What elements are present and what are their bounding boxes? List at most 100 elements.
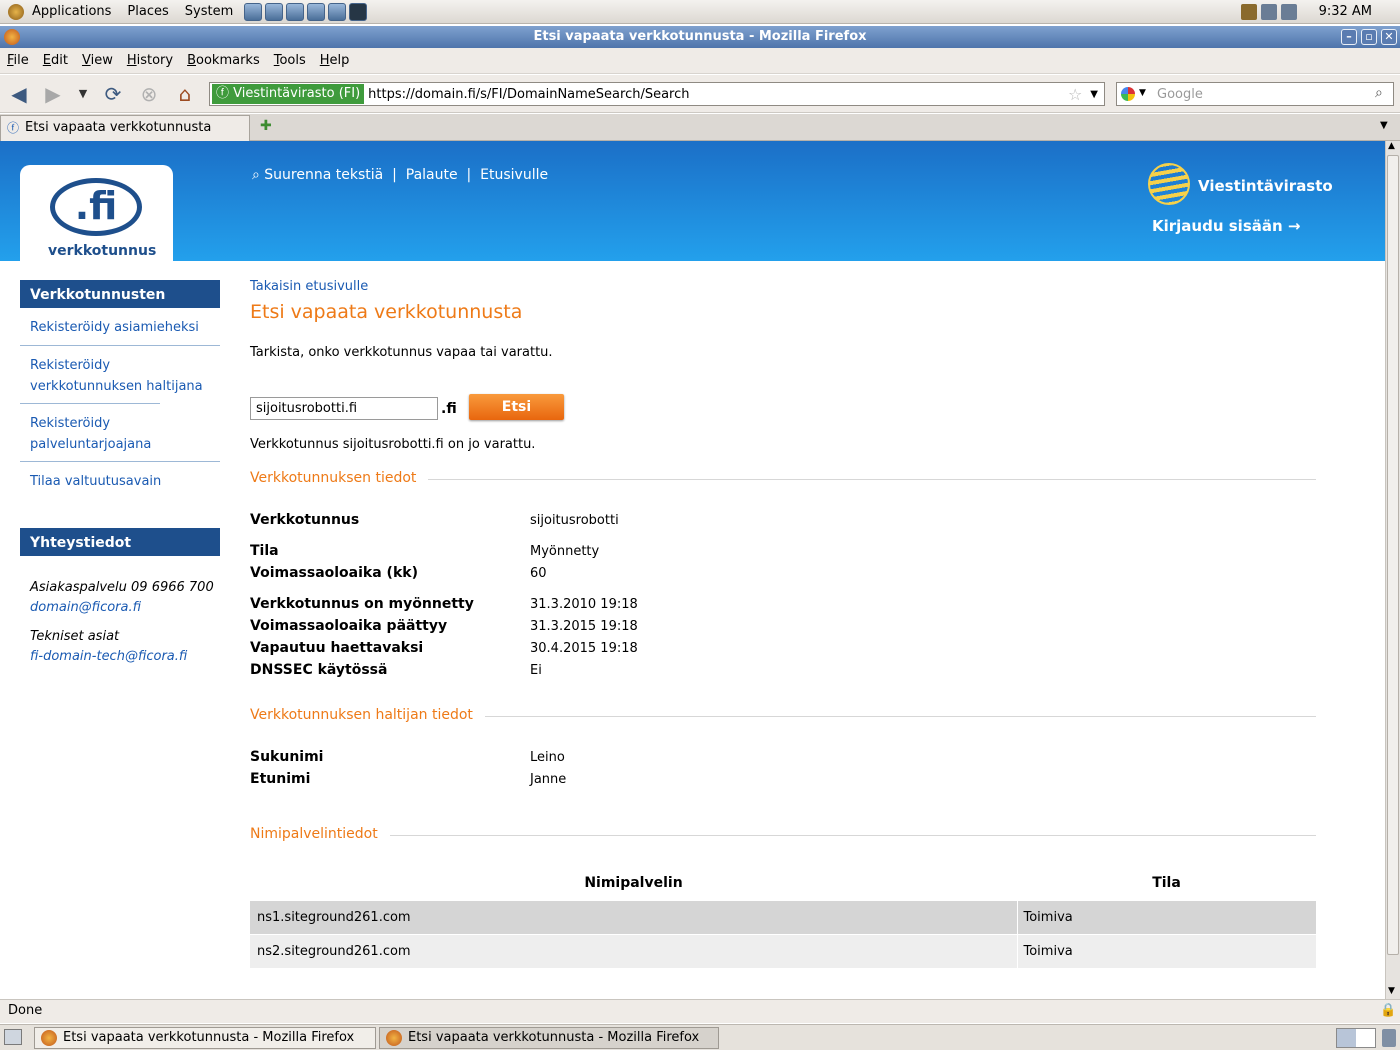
launcher-mail-icon[interactable] — [265, 2, 284, 21]
status-bar: Done 🔒 — [0, 999, 1400, 1023]
tray-network-icon[interactable] — [1260, 3, 1277, 20]
launcher-presentation-icon[interactable] — [307, 2, 326, 21]
ns-section-title: Nimipalvelintiedot — [250, 826, 390, 842]
forward-arrow-icon[interactable]: ▶ — [40, 82, 66, 106]
home-icon[interactable]: ⌂ — [172, 82, 198, 106]
url-text[interactable]: https://domain.fi/s/FI/DomainNameSearch/… — [368, 87, 1068, 102]
tray-display-icon[interactable] — [1280, 3, 1297, 20]
back-arrow-icon[interactable]: ◀ — [6, 82, 32, 106]
gnome-foot-icon[interactable] — [8, 4, 24, 20]
separator: | — [462, 167, 476, 183]
domain-row-value: 30.4.2015 19:18 — [530, 641, 638, 656]
close-icon[interactable]: ✕ — [1381, 29, 1397, 45]
viestintavirasto-globe-icon — [1148, 163, 1190, 205]
taskbar-window-button[interactable]: Etsi vapaata verkkotunnusta - Mozilla Fi… — [34, 1027, 376, 1049]
contact-tech-label: Tekniset asiat — [30, 629, 120, 644]
page-scrollbar[interactable]: ▲ ▼ — [1385, 141, 1400, 999]
tab-active[interactable]: ⓕ Etsi vapaata verkkotunnusta — [0, 115, 250, 141]
column-header-nameserver: Nimipalvelin — [584, 875, 683, 891]
brand-name[interactable]: Viestintävirasto — [1198, 177, 1333, 195]
search-button[interactable]: Etsi — [469, 394, 564, 420]
fi-logo[interactable]: .fi verkkotunnus — [20, 165, 173, 261]
domain-section-title: Verkkotunnuksen tiedot — [250, 470, 429, 486]
stop-icon[interactable]: ⊗ — [136, 82, 162, 106]
fi-logo-mark: .fi — [50, 178, 142, 236]
minimize-icon[interactable]: – — [1341, 29, 1357, 45]
firefox-window-icon[interactable] — [4, 29, 20, 45]
clock[interactable]: 9:32 AM — [1311, 4, 1380, 19]
menu-file[interactable]: File — [0, 53, 36, 68]
search-input[interactable]: Google — [1157, 87, 1203, 102]
menu-help[interactable]: Help — [313, 53, 357, 68]
new-tab-icon[interactable]: ✚ — [260, 118, 272, 134]
sidebar-item-authkey[interactable]: Tilaa valtuutusavain — [20, 461, 220, 497]
column-header-status: Tila — [1152, 875, 1181, 891]
trash-icon[interactable] — [1382, 1029, 1396, 1047]
domain-row-label: Tila — [250, 543, 279, 559]
launcher-spreadsheet-icon[interactable] — [328, 2, 347, 21]
sidebar-item-provider[interactable]: Rekisteröidy palveluntarjoajana — [20, 403, 160, 461]
sidebar-item-agent[interactable]: Rekisteröidy asiamieheksi — [20, 317, 220, 338]
banner-links: ⌕ Suurenna tekstiä | Palaute | Etusivull… — [252, 167, 548, 183]
url-dropdown-icon[interactable]: ▼ — [1090, 89, 1098, 100]
secure-lock-icon[interactable]: 🔒 — [1380, 1000, 1396, 1022]
domain-search-input[interactable] — [250, 397, 438, 420]
tab-list-icon[interactable]: ▼ — [1380, 120, 1388, 131]
reload-icon[interactable]: ⟳ — [100, 82, 126, 106]
sidebar-item-holder[interactable]: Rekisteröidy verkkotunnuksen haltijana — [20, 345, 220, 403]
menu-tools[interactable]: Tools — [267, 53, 313, 68]
scroll-down-icon[interactable]: ▼ — [1388, 986, 1395, 996]
domain-suffix: .fi — [441, 401, 457, 417]
domain-row-value: Ei — [530, 663, 542, 678]
nameserver-cell: ns1.siteground261.com — [250, 901, 1018, 934]
taskbar-window-button-active[interactable]: Etsi vapaata verkkotunnusta - Mozilla Fi… — [379, 1027, 719, 1049]
search-magnifier-icon[interactable]: ⌕ — [1375, 85, 1383, 101]
status-cell: Toimiva — [1023, 943, 1073, 959]
domain-section-rule — [425, 479, 1316, 480]
holder-row-value: Janne — [530, 772, 567, 787]
frontpage-link[interactable]: Etusivulle — [480, 167, 548, 183]
site-identity-button[interactable]: ⓕ Viestintävirasto (FI) — [212, 84, 365, 104]
show-desktop-icon[interactable] — [4, 1029, 22, 1045]
menu-history[interactable]: History — [120, 53, 180, 68]
maximize-icon[interactable]: ▫ — [1361, 29, 1377, 45]
domain-row-value: sijoitusrobotti — [530, 513, 619, 528]
contact-service-email[interactable]: domain@ficora.fi — [30, 598, 214, 618]
launcher-browser-icon[interactable] — [244, 2, 263, 21]
domain-row-value: 31.3.2010 19:18 — [530, 597, 638, 612]
url-bar[interactable]: ⓕ Viestintävirasto (FI) https://domain.f… — [209, 82, 1105, 106]
status-text: Done — [8, 1003, 43, 1018]
workspace-switcher[interactable] — [1336, 1028, 1376, 1048]
applications-menu[interactable]: Applications — [24, 4, 119, 19]
google-engine-icon[interactable] — [1121, 87, 1135, 101]
history-dropdown-icon[interactable]: ▼ — [70, 82, 96, 106]
search-box[interactable]: ▼ Google ⌕ — [1116, 82, 1394, 106]
site-favicon-icon: ⓕ — [216, 86, 234, 101]
domain-row-label: Voimassaoloaika päättyy — [250, 618, 448, 634]
bookmark-star-icon[interactable]: ☆ — [1068, 85, 1082, 104]
firefox-icon — [386, 1030, 402, 1046]
contact-tech-email[interactable]: fi-domain-tech@ficora.fi — [30, 647, 214, 667]
login-link[interactable]: Kirjaudu sisään → — [1152, 217, 1300, 235]
domain-row-value: 60 — [530, 566, 547, 581]
page-content: .fi verkkotunnus ⌕ Suurenna tekstiä | Pa… — [0, 141, 1385, 999]
taskbar-window-label: Etsi vapaata verkkotunnusta - Mozilla Fi… — [63, 1030, 355, 1045]
engine-dropdown-icon[interactable]: ▼ — [1139, 88, 1146, 98]
places-menu[interactable]: Places — [119, 4, 176, 19]
back-link[interactable]: Takaisin etusivulle — [250, 279, 368, 294]
launcher-editor-icon[interactable] — [286, 2, 305, 21]
nameserver-table: Nimipalvelin Tila ns1.siteground261.com … — [250, 865, 1316, 968]
tray-package-icon[interactable] — [1240, 3, 1257, 20]
enlarge-text-link[interactable]: Suurenna tekstiä — [264, 167, 383, 183]
menu-bookmarks[interactable]: Bookmarks — [180, 53, 267, 68]
system-menu[interactable]: System — [177, 4, 241, 19]
table-row: ns1.siteground261.com Toimiva — [250, 901, 1316, 934]
scroll-up-icon[interactable]: ▲ — [1388, 141, 1395, 151]
feedback-link[interactable]: Palaute — [406, 167, 458, 183]
menu-bar: File Edit View History Bookmarks Tools H… — [0, 48, 1400, 74]
menu-view[interactable]: View — [75, 53, 120, 68]
menu-edit[interactable]: Edit — [36, 53, 75, 68]
scroll-thumb[interactable] — [1387, 155, 1399, 955]
domain-row-label: DNSSEC käytössä — [250, 662, 388, 678]
launcher-terminal-icon[interactable] — [349, 2, 368, 21]
